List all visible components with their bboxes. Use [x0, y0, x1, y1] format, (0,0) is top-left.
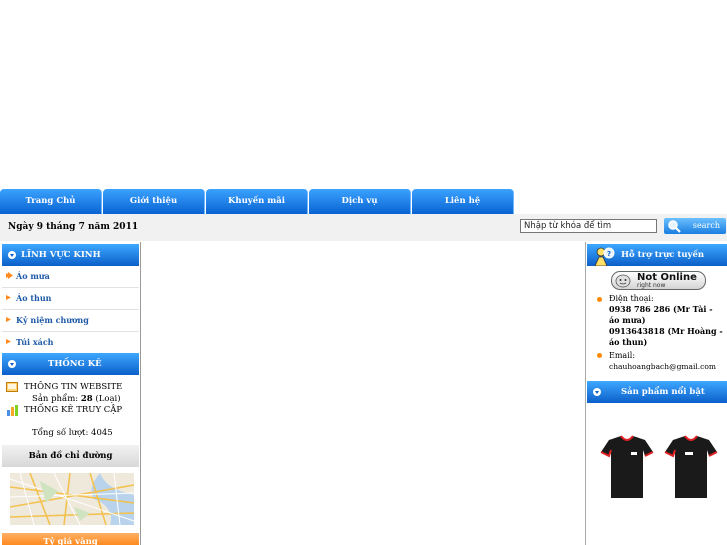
nav-tab-services[interactable]: Dịch vụ — [309, 189, 411, 214]
arrow-down-icon — [8, 251, 16, 259]
svg-text:?: ? — [607, 250, 611, 258]
search-icon — [668, 220, 681, 233]
online-status-badge[interactable]: Not Online right now — [611, 271, 706, 290]
status-sub: right now — [637, 282, 666, 289]
stats-header: THỐNG KÊ — [2, 353, 139, 375]
support-title: Hỗ trợ trực tuyến — [621, 250, 705, 260]
category-label: Áo mưa — [16, 271, 50, 281]
support-header: ? Hỗ trợ trực tuyến — [587, 244, 727, 266]
arrow-icon — [6, 295, 11, 300]
total-visits: Tổng số lượt: 4045 — [32, 428, 113, 438]
nav-tab-contact[interactable]: Liên hệ — [412, 189, 514, 214]
products-count: 28 — [80, 394, 93, 404]
arrow-icon — [6, 339, 11, 344]
email-value[interactable]: chauhoangbach@gmail.com — [609, 361, 725, 372]
products-stat: Sản phẩm: 28 (Loại) — [32, 394, 121, 404]
phone-label: Điện thoại: — [609, 294, 654, 303]
bullet-icon — [597, 353, 602, 358]
category-link-medal[interactable]: Kỷ niệm chương — [2, 310, 139, 332]
nav-tab-about[interactable]: Giới thiệu — [103, 189, 205, 214]
main-content — [142, 242, 586, 545]
support-person-icon: ? — [594, 247, 615, 266]
category-link-raincoat[interactable]: Áo mưa — [2, 266, 139, 288]
map-title: Bản đồ chỉ đường — [28, 451, 113, 461]
map-header: Bản đồ chỉ đường — [2, 445, 139, 467]
website-info-icon — [6, 382, 18, 392]
products-prefix: Sản phẩm: — [32, 394, 79, 404]
gold-price-header: Tỷ giá vàng — [2, 533, 139, 545]
access-stats-label: THỐNG KÊ TRUY CẬP — [24, 405, 123, 415]
category-link-tshirt[interactable]: Áo thun — [2, 288, 139, 310]
nav-tab-promotions[interactable]: Khuyến mãi — [206, 189, 308, 214]
category-label: Kỷ niệm chương — [16, 315, 89, 325]
stats-title: THỐNG KÊ — [48, 359, 102, 369]
phone-2: 0913643818 (Mr Hoàng - áo thun) — [609, 326, 723, 347]
featured-product-image[interactable] — [595, 434, 723, 502]
right-sidebar: ? Hỗ trợ trực tuyến Not Online right now… — [587, 242, 727, 545]
featured-header: Sản phẩm nổi bật — [587, 381, 727, 403]
featured-title: Sản phẩm nổi bật — [621, 387, 705, 397]
search-button[interactable]: search — [664, 218, 726, 234]
phone-1: 0938 786 286 (Mr Tài - áo mưa) — [609, 304, 713, 325]
email-label: Email: — [609, 351, 636, 360]
nav-tab-home[interactable]: Trang Chủ — [0, 189, 102, 214]
products-unit: (Loại) — [95, 394, 121, 404]
bar-chart-icon — [7, 405, 18, 416]
arrow-down-icon — [593, 388, 601, 396]
category-link-bags[interactable]: Túi xách — [2, 332, 139, 354]
category-label: Túi xách — [16, 337, 54, 347]
arrow-icon — [6, 272, 13, 279]
arrow-icon — [6, 317, 11, 322]
search-button-label: search — [692, 221, 720, 230]
messenger-smiley-icon — [615, 274, 631, 288]
arrow-down-icon — [8, 360, 16, 368]
email-block: Email: chauhoangbach@gmail.com — [609, 350, 725, 372]
phone-block: Điện thoại: 0938 786 286 (Mr Tài - áo mư… — [609, 293, 723, 348]
category-label: Áo thun — [16, 293, 52, 303]
map-thumbnail[interactable] — [10, 473, 134, 525]
search-input[interactable]: Nhập từ khóa để tìm — [520, 219, 657, 233]
left-sidebar: LĨNH VỰC KINH DOANH Áo mưa Áo thun Kỷ ni… — [0, 242, 141, 545]
gold-price-title: Tỷ giá vàng — [43, 537, 98, 545]
bullet-icon — [597, 297, 602, 302]
main-nav: Trang Chủ Giới thiệu Khuyến mãi Dịch vụ … — [0, 189, 727, 214]
categories-header: LĨNH VỰC KINH DOANH — [2, 244, 139, 282]
current-date: Ngày 9 tháng 7 năm 2011 — [8, 222, 139, 232]
website-info-label: THÔNG TIN WEBSITE — [24, 382, 123, 392]
